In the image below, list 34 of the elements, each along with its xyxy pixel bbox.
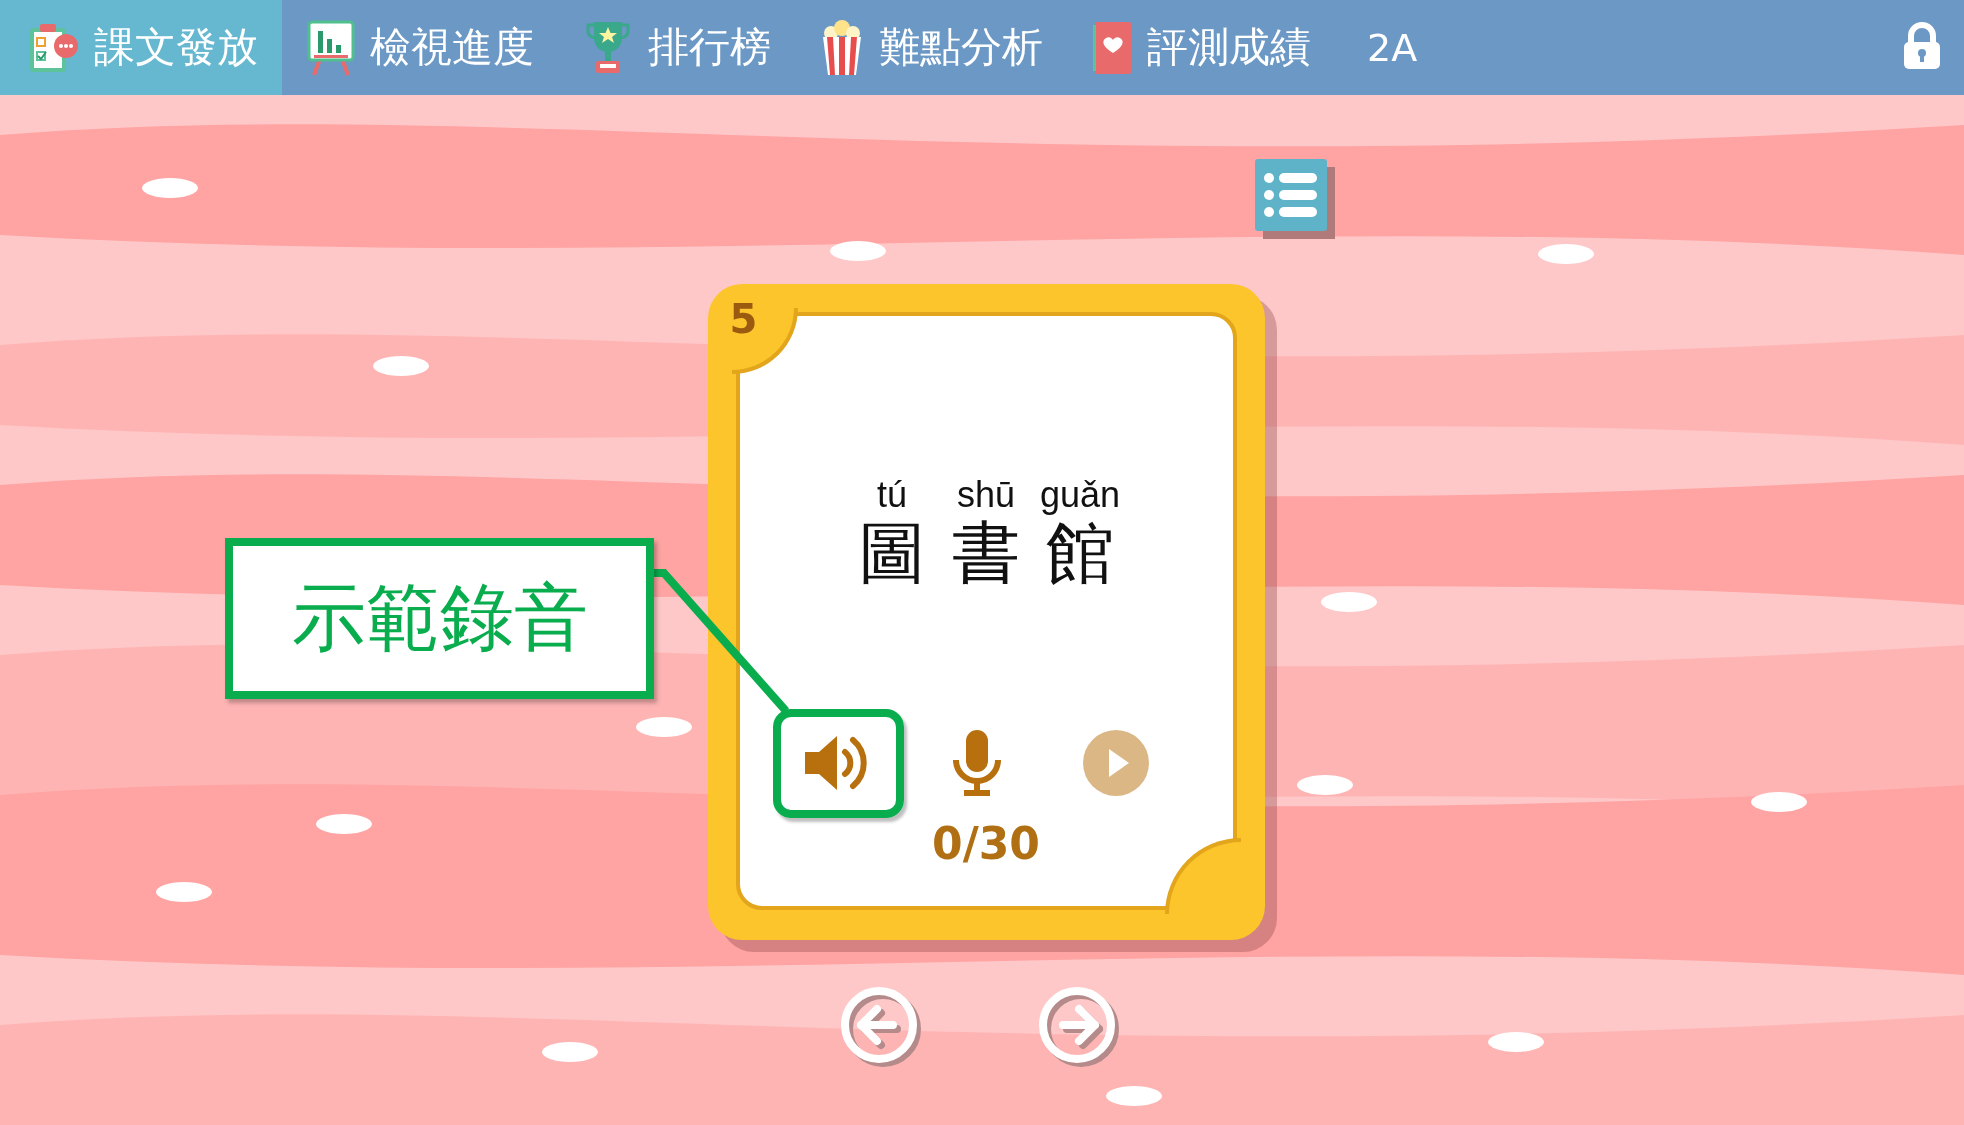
oval-spot xyxy=(830,241,886,261)
chinese-character: 圖 xyxy=(858,516,926,591)
oval-spot xyxy=(373,356,429,376)
oval-spot xyxy=(1106,1086,1162,1106)
nav-tab[interactable]: 難點分析 xyxy=(795,0,1067,95)
nav-tab[interactable]: 排行榜 xyxy=(558,0,795,95)
lock-icon[interactable] xyxy=(1902,21,1942,70)
nav-tab[interactable]: 檢視進度 xyxy=(282,0,558,95)
speaker-button[interactable] xyxy=(772,708,904,818)
pinyin-text: guǎn xyxy=(1039,474,1121,516)
oval-spot xyxy=(1488,1032,1544,1052)
oval-spot xyxy=(1751,792,1807,812)
oval-spot xyxy=(156,882,212,902)
nav-tab[interactable]: 評測成績 xyxy=(1067,0,1335,95)
oval-spot xyxy=(542,1042,598,1062)
play-icon xyxy=(1082,729,1150,798)
microphone-icon xyxy=(950,728,1004,799)
pinyin-text: shū xyxy=(956,474,1015,516)
pinyin-text: tú xyxy=(877,474,907,516)
chinese-character: 書 xyxy=(952,516,1020,591)
oval-spot xyxy=(142,178,198,198)
card-number: 5 xyxy=(729,296,758,342)
easel-chart-icon xyxy=(306,18,356,77)
oval-spot xyxy=(316,814,372,834)
class-label: 2A xyxy=(1367,25,1418,70)
oval-spot xyxy=(1321,592,1377,612)
oval-spot xyxy=(636,717,692,737)
attempt-count: 0/30 xyxy=(932,817,1040,869)
chinese-character: 館 xyxy=(1046,516,1114,591)
callout-label: 示範錄音 xyxy=(225,538,654,699)
nav-tab[interactable]: 課文發放 xyxy=(0,0,282,95)
oval-spot xyxy=(1297,775,1353,795)
oval-spot xyxy=(1538,244,1594,264)
list-icon[interactable] xyxy=(1255,159,1335,239)
